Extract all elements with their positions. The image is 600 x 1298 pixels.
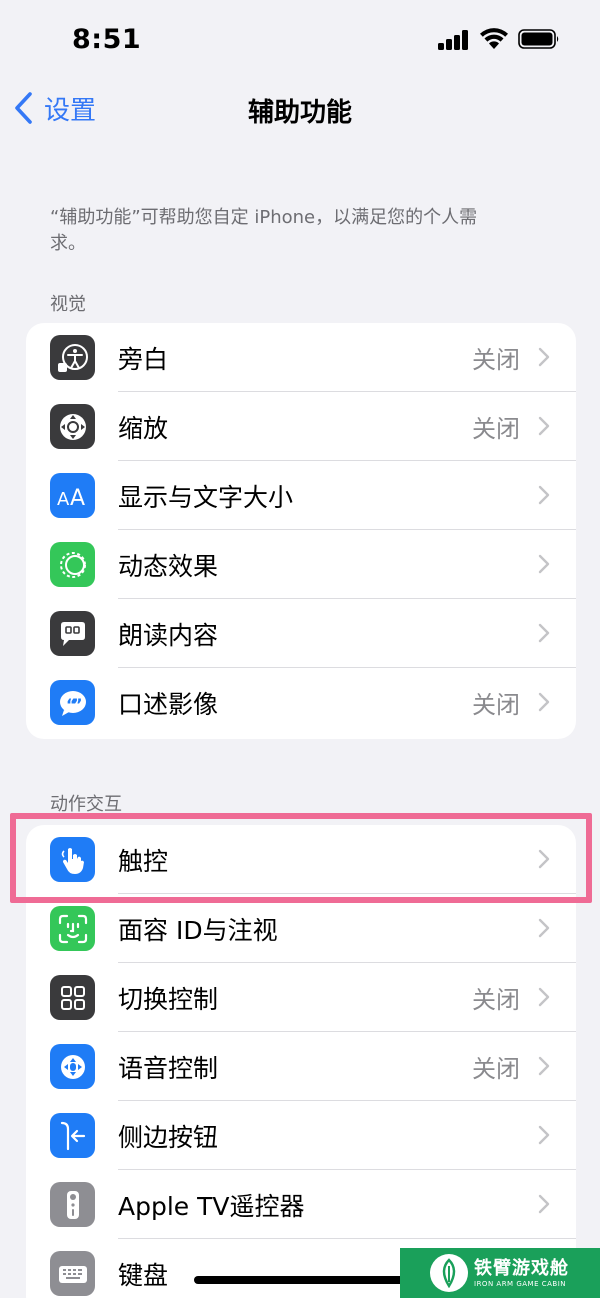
chevron-right-icon bbox=[538, 1056, 550, 1076]
side-button-label: 侧边按钮 bbox=[118, 1122, 219, 1152]
navigation-bar: 设置 辅助功能 bbox=[0, 80, 600, 136]
voiceover-value: 关闭 bbox=[472, 346, 520, 374]
apple-tv-remote-icon bbox=[50, 1182, 95, 1227]
motion-label: 动态效果 bbox=[118, 551, 219, 581]
chevron-right-icon bbox=[538, 1194, 550, 1214]
chevron-right-icon bbox=[538, 849, 550, 869]
side-button-icon bbox=[50, 1113, 95, 1158]
audio-descriptions-value: 关闭 bbox=[472, 691, 520, 719]
switch-control-icon bbox=[50, 975, 95, 1020]
section-header-physical-motor: 动作交互 bbox=[50, 794, 122, 815]
face-id-icon bbox=[50, 906, 95, 951]
status-time: 8:51 bbox=[72, 24, 142, 55]
zoom-icon bbox=[50, 404, 95, 449]
spoken-content-row[interactable]: 朗读内容 bbox=[26, 599, 576, 668]
svg-text:A: A bbox=[57, 489, 70, 510]
section-header-vision: 视觉 bbox=[50, 294, 86, 315]
audio-descriptions-label: 口述影像 bbox=[118, 689, 219, 719]
cellular-signal-icon bbox=[438, 30, 470, 50]
motion-icon bbox=[50, 542, 95, 587]
voiceover-label: 旁白 bbox=[118, 344, 169, 374]
spoken-content-label: 朗读内容 bbox=[118, 620, 219, 650]
switch-control-label: 切换控制 bbox=[118, 984, 219, 1014]
physical-motor-settings-group: 触控 面容 ID与注视 切换控制 关闭 语音控制 关闭 侧边按钮 Apple T… bbox=[26, 825, 576, 1298]
motion-row[interactable]: 动态效果 bbox=[26, 530, 576, 599]
keyboard-icon bbox=[50, 1251, 95, 1296]
chevron-right-icon bbox=[538, 347, 550, 367]
chevron-right-icon bbox=[538, 918, 550, 938]
zoom-label: 缩放 bbox=[118, 413, 169, 443]
watermark-logo-icon bbox=[430, 1254, 468, 1292]
audio-descriptions-row[interactable]: “” 口述影像 关闭 bbox=[26, 668, 576, 737]
audio-descriptions-icon: “” bbox=[50, 680, 95, 725]
voiceover-icon bbox=[50, 335, 95, 380]
chevron-right-icon bbox=[538, 485, 550, 505]
keyboard-label: 键盘 bbox=[118, 1260, 169, 1290]
face-id-attention-row[interactable]: 面容 ID与注视 bbox=[26, 894, 576, 963]
spoken-content-icon bbox=[50, 611, 95, 656]
voice-control-label: 语音控制 bbox=[118, 1053, 219, 1083]
touch-icon bbox=[50, 837, 95, 882]
chevron-right-icon bbox=[538, 987, 550, 1007]
status-bar: 8:51 bbox=[0, 0, 600, 80]
voiceover-row[interactable]: 旁白 关闭 bbox=[26, 323, 576, 392]
chevron-right-icon bbox=[538, 1125, 550, 1145]
zoom-row[interactable]: 缩放 关闭 bbox=[26, 392, 576, 461]
watermark-title: 铁臂游戏舱 bbox=[474, 1257, 569, 1279]
zoom-value: 关闭 bbox=[472, 415, 520, 443]
svg-text:A: A bbox=[70, 486, 85, 511]
voice-control-icon bbox=[50, 1044, 95, 1089]
svg-text:”: ” bbox=[72, 695, 83, 714]
chevron-right-icon bbox=[538, 554, 550, 574]
home-indicator bbox=[194, 1276, 406, 1284]
apple-tv-remote-row[interactable]: Apple TV遥控器 bbox=[26, 1170, 576, 1239]
watermark-subtitle: IRON ARM GAME CABIN bbox=[474, 1279, 566, 1288]
touch-row[interactable]: 触控 bbox=[26, 825, 576, 894]
voice-control-value: 关闭 bbox=[472, 1055, 520, 1083]
battery-icon bbox=[518, 29, 559, 49]
face-id-attention-label: 面容 ID与注视 bbox=[118, 915, 278, 945]
chevron-right-icon bbox=[538, 692, 550, 712]
wifi-icon bbox=[480, 28, 508, 49]
touch-label: 触控 bbox=[118, 846, 169, 876]
switch-control-row[interactable]: 切换控制 关闭 bbox=[26, 963, 576, 1032]
page-title: 辅助功能 bbox=[247, 98, 352, 128]
voice-control-row[interactable]: 语音控制 关闭 bbox=[26, 1032, 576, 1101]
side-button-row[interactable]: 侧边按钮 bbox=[26, 1101, 576, 1170]
vision-settings-group: 旁白 关闭 缩放 关闭 AA 显示与文字大小 动态效果 朗读内容 “ ” 口述影… bbox=[26, 323, 576, 739]
description-text: “辅助功能”可帮助您自定 iPhone，以满足您的个人需求。 bbox=[50, 207, 478, 254]
chevron-right-icon bbox=[538, 416, 550, 436]
display-text-size-label: 显示与文字大小 bbox=[118, 482, 294, 512]
display-text-size-row[interactable]: AA 显示与文字大小 bbox=[26, 461, 576, 530]
apple-tv-remote-label: Apple TV遥控器 bbox=[118, 1191, 305, 1221]
watermark: 铁臂游戏舱 IRON ARM GAME CABIN bbox=[400, 1248, 600, 1298]
text-size-icon: AA bbox=[50, 473, 95, 518]
switch-control-value: 关闭 bbox=[472, 986, 520, 1014]
chevron-right-icon bbox=[538, 623, 550, 643]
